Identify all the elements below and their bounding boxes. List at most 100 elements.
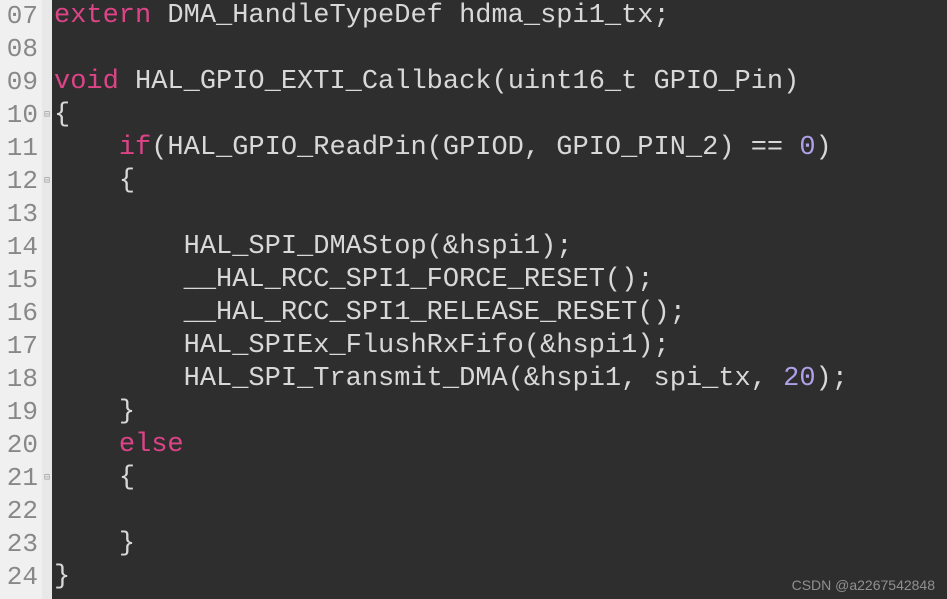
- code-line[interactable]: __HAL_RCC_SPI1_FORCE_RESET();: [54, 264, 947, 297]
- fold-spacer: [42, 330, 52, 363]
- line-number: 19: [2, 396, 38, 429]
- token-semi: ;: [654, 0, 670, 33]
- code-line[interactable]: {: [54, 462, 947, 495]
- line-number: 10: [2, 99, 38, 132]
- watermark-text: CSDN @a2267542848: [792, 577, 935, 593]
- token-type: uint16_t: [508, 66, 638, 99]
- fold-toggle-icon[interactable]: ⊟: [42, 99, 52, 132]
- code-line[interactable]: HAL_SPI_DMAStop(&hspi1);: [54, 231, 947, 264]
- code-line[interactable]: [54, 495, 947, 528]
- line-number: 21: [2, 462, 38, 495]
- token-comma: ,: [751, 363, 767, 396]
- code-line[interactable]: {: [54, 99, 947, 132]
- line-number-gutter: 070809101112131415161718192021222324: [0, 0, 42, 599]
- fold-toggle-icon[interactable]: ⊟: [42, 462, 52, 495]
- token-txt: [54, 396, 119, 429]
- token-txt: [54, 528, 119, 561]
- token-paren: ): [783, 66, 799, 99]
- token-semi: ;: [556, 231, 572, 264]
- fold-spacer: [42, 231, 52, 264]
- token-paren: ): [540, 231, 556, 264]
- fold-spacer: [42, 33, 52, 66]
- token-paren: ): [718, 132, 734, 165]
- token-ident: GPIO_Pin: [654, 66, 784, 99]
- code-line[interactable]: [54, 33, 947, 66]
- code-line[interactable]: }: [54, 528, 947, 561]
- fold-spacer: [42, 396, 52, 429]
- line-number: 20: [2, 429, 38, 462]
- token-txt: [54, 363, 184, 396]
- token-func: HAL_SPI_DMAStop: [184, 231, 427, 264]
- token-paren: (: [491, 66, 507, 99]
- token-txt: [783, 132, 799, 165]
- token-comma: ,: [621, 363, 637, 396]
- line-number: 14: [2, 231, 38, 264]
- token-num: 20: [783, 363, 815, 396]
- token-txt: [735, 132, 751, 165]
- fold-spacer: [42, 363, 52, 396]
- code-line[interactable]: if(HAL_GPIO_ReadPin(GPIOD, GPIO_PIN_2) =…: [54, 132, 947, 165]
- token-semi: ;: [670, 297, 686, 330]
- token-op: ==: [751, 132, 783, 165]
- token-brace: }: [54, 561, 70, 594]
- token-paren: (: [508, 363, 524, 396]
- token-paren: (: [151, 132, 167, 165]
- code-line[interactable]: HAL_SPI_Transmit_DMA(&hspi1, spi_tx, 20)…: [54, 363, 947, 396]
- token-brace: }: [119, 396, 135, 429]
- token-op: &: [443, 231, 459, 264]
- token-comma: ,: [524, 132, 540, 165]
- fold-spacer: [42, 429, 52, 462]
- token-semi: ;: [637, 264, 653, 297]
- token-paren: (: [605, 264, 621, 297]
- token-ident: hspi1: [459, 231, 540, 264]
- token-txt: [767, 363, 783, 396]
- code-line[interactable]: void HAL_GPIO_EXTI_Callback(uint16_t GPI…: [54, 66, 947, 99]
- code-line[interactable]: {: [54, 165, 947, 198]
- fold-spacer: [42, 198, 52, 231]
- line-number: 07: [2, 0, 38, 33]
- code-line[interactable]: else: [54, 429, 947, 462]
- token-paren: ): [816, 363, 832, 396]
- token-func: HAL_GPIO_ReadPin: [167, 132, 426, 165]
- line-number: 09: [2, 66, 38, 99]
- token-txt: [54, 264, 184, 297]
- token-ident: GPIO_PIN_2: [556, 132, 718, 165]
- token-ident: spi_tx: [654, 363, 751, 396]
- code-line[interactable]: extern DMA_HandleTypeDef hdma_spi1_tx;: [54, 0, 947, 33]
- fold-spacer: [42, 297, 52, 330]
- token-paren: ): [816, 132, 832, 165]
- fold-spacer: [42, 66, 52, 99]
- line-number: 11: [2, 132, 38, 165]
- token-txt: [54, 330, 184, 363]
- token-txt: [637, 66, 653, 99]
- token-brace: {: [119, 462, 135, 495]
- token-brace: {: [119, 165, 135, 198]
- token-func: HAL_GPIO_EXTI_Callback: [135, 66, 491, 99]
- line-number: 24: [2, 561, 38, 594]
- token-ident: hdma_spi1_tx: [459, 0, 653, 33]
- token-type: DMA_HandleTypeDef: [167, 0, 442, 33]
- code-line[interactable]: }: [54, 396, 947, 429]
- token-txt: [443, 0, 459, 33]
- token-kw-if: if: [119, 132, 151, 165]
- token-paren: ): [621, 264, 637, 297]
- line-number: 13: [2, 198, 38, 231]
- token-txt: [54, 132, 119, 165]
- token-txt: [540, 132, 556, 165]
- code-area[interactable]: extern DMA_HandleTypeDef hdma_spi1_tx;vo…: [52, 0, 947, 599]
- token-func: __HAL_RCC_SPI1_FORCE_RESET: [184, 264, 605, 297]
- fold-toggle-icon[interactable]: ⊟: [42, 165, 52, 198]
- token-paren: (: [637, 297, 653, 330]
- code-line[interactable]: [54, 198, 947, 231]
- token-txt: [54, 429, 119, 462]
- token-txt: [119, 66, 135, 99]
- line-number: 08: [2, 33, 38, 66]
- token-paren: (: [524, 330, 540, 363]
- token-op: &: [540, 330, 556, 363]
- line-number: 12: [2, 165, 38, 198]
- code-line[interactable]: __HAL_RCC_SPI1_RELEASE_RESET();: [54, 297, 947, 330]
- token-paren: ): [654, 297, 670, 330]
- line-number: 17: [2, 330, 38, 363]
- token-paren: (: [427, 132, 443, 165]
- code-line[interactable]: HAL_SPIEx_FlushRxFifo(&hspi1);: [54, 330, 947, 363]
